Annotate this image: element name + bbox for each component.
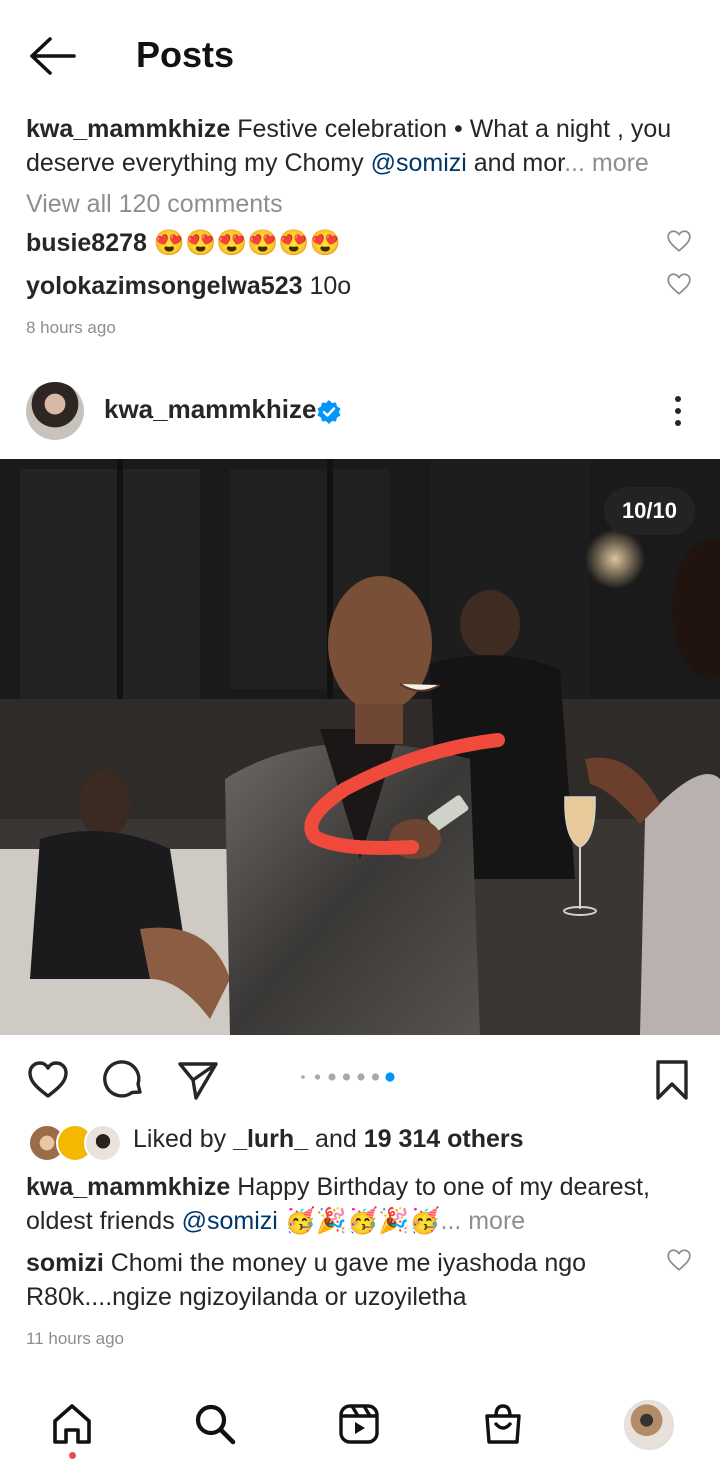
caption-line2: oldest friends <box>26 1207 182 1235</box>
comment-line1: Chomi the money u gave me iyashoda ngo <box>110 1249 587 1277</box>
comment-row: yolokazimsongelwa523 10o <box>26 269 646 303</box>
carousel-counter: 10/10 <box>603 487 695 535</box>
liker-avatars[interactable] <box>28 1124 122 1162</box>
post-timestamp: 11 hours ago <box>26 1329 124 1348</box>
comment-line2: R80k....ngize ngizoyilanda or uzoyiletha <box>26 1283 467 1311</box>
liker-avatar <box>84 1124 122 1162</box>
profile-avatar[interactable] <box>624 1400 674 1450</box>
comment-username[interactable]: busie8278 <box>26 229 147 257</box>
liked-by-user[interactable]: _lurh_ <box>233 1125 308 1153</box>
verified-badge-icon <box>317 400 341 424</box>
more-options-icon[interactable] <box>668 394 688 428</box>
caption-line1: Festive celebration • What a night , you <box>237 115 672 143</box>
carousel-dots <box>301 1072 395 1082</box>
carousel-dot <box>328 1073 336 1081</box>
caption-username[interactable]: kwa_mammkhize <box>26 1173 230 1201</box>
save-bookmark-icon[interactable] <box>650 1058 694 1102</box>
comment-text: 10o <box>309 272 352 300</box>
prev-caption: kwa_mammkhize Festive celebration • What… <box>26 112 696 180</box>
comment-like-heart-icon[interactable] <box>666 229 692 253</box>
shop-icon[interactable] <box>481 1402 525 1446</box>
caption-mention[interactable]: @somizi <box>371 149 467 177</box>
page-title: Posts <box>136 34 235 75</box>
carousel-dot <box>314 1074 321 1080</box>
likes-count[interactable]: 19 314 others <box>364 1125 524 1153</box>
comment-username[interactable]: yolokazimsongelwa523 <box>26 272 303 300</box>
more-link[interactable]: ... more <box>564 149 649 177</box>
comment-text: 😍😍😍😍😍😍 <box>153 229 341 257</box>
comment-like-heart-icon[interactable] <box>666 1248 692 1272</box>
view-all-comments[interactable]: View all 120 comments <box>26 190 283 219</box>
comment-icon[interactable] <box>102 1058 146 1102</box>
carousel-dot <box>357 1073 365 1081</box>
more-link[interactable]: ... more <box>440 1207 525 1235</box>
post-username[interactable]: kwa_mammkhize <box>104 394 316 425</box>
post-timestamp: 8 hours ago <box>26 318 116 337</box>
caption-line2: deserve everything my Chomy <box>26 149 371 177</box>
post-comment: somizi Chomi the money u gave me iyashod… <box>26 1246 646 1314</box>
home-icon[interactable] <box>50 1402 94 1446</box>
caption-emoji: 🥳🎉🥳🎉🥳 <box>277 1207 441 1235</box>
caption-line2-tail: and mor <box>466 149 565 177</box>
like-heart-icon[interactable] <box>26 1058 70 1102</box>
carousel-dot <box>342 1073 351 1081</box>
comment-username[interactable]: somizi <box>26 1249 104 1277</box>
comment-row: busie8278 😍😍😍😍😍😍 <box>26 226 646 260</box>
post-author-avatar[interactable] <box>26 382 84 440</box>
comment-like-heart-icon[interactable] <box>666 272 692 296</box>
back-arrow-icon[interactable] <box>28 36 78 76</box>
caption-mention[interactable]: @somizi <box>182 1207 278 1235</box>
reels-icon[interactable] <box>337 1402 381 1446</box>
likes-mid: and <box>308 1125 364 1153</box>
notification-dot <box>69 1452 76 1459</box>
post-caption: kwa_mammkhize Happy Birthday to one of m… <box>26 1170 696 1238</box>
carousel-dot <box>371 1073 380 1081</box>
post-photo[interactable] <box>0 459 720 1035</box>
carousel-dot <box>301 1075 305 1079</box>
party-photo-image <box>0 459 720 1035</box>
search-icon[interactable] <box>193 1402 237 1446</box>
likes-prefix: Liked by <box>133 1125 234 1153</box>
caption-username[interactable]: kwa_mammkhize <box>26 115 230 143</box>
caption-line1: Happy Birthday to one of my dearest, <box>237 1173 650 1201</box>
carousel-dot-active <box>385 1072 395 1082</box>
share-send-icon[interactable] <box>176 1058 220 1102</box>
likes-summary[interactable]: Liked by _lurh_ and 19 314 others <box>133 1125 524 1154</box>
